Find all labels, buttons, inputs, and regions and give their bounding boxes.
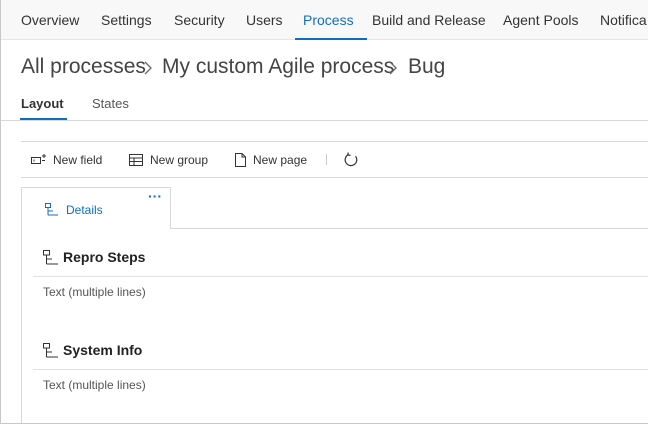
nav-item-process[interactable]: Process [295, 0, 367, 40]
new-page-button[interactable]: New page [235, 142, 307, 178]
field-system-info[interactable]: Text (multiple lines) [43, 378, 146, 392]
new-field-label: New field [53, 153, 103, 167]
group-title-repro-steps[interactable]: Repro Steps [63, 249, 145, 265]
tab-layout[interactable]: Layout [21, 94, 64, 114]
nav-item-notifications[interactable]: Notifica [600, 0, 647, 40]
new-field-button[interactable]: New field [31, 142, 102, 178]
new-group-icon [129, 154, 143, 166]
new-group-button[interactable]: New group [129, 142, 208, 178]
nav-item-overview[interactable]: Overview [21, 0, 79, 40]
more-options-icon[interactable]: ··· [148, 189, 162, 203]
page-tab-details[interactable]: Details ··· [21, 187, 171, 229]
page-layout-icon [45, 203, 58, 216]
chevron-right-icon [389, 61, 397, 75]
nav-item-users[interactable]: Users [246, 0, 283, 40]
refresh-icon[interactable] [343, 152, 359, 168]
chevron-right-icon [144, 61, 152, 75]
nav-item-build-and-release[interactable]: Build and Release [372, 0, 486, 40]
group-title-system-info[interactable]: System Info [63, 342, 142, 358]
nav-item-agent-pools[interactable]: Agent Pools [503, 0, 579, 40]
app-frame: Overview Settings Security Users Process… [0, 0, 648, 424]
nav-item-settings[interactable]: Settings [101, 0, 152, 40]
new-page-label: New page [253, 153, 308, 167]
new-field-icon [31, 154, 46, 164]
group-divider [33, 369, 648, 370]
group-icon [43, 343, 58, 358]
page-tab-label: Details [66, 203, 103, 217]
breadcrumb-custom-process[interactable]: My custom Agile process [162, 52, 394, 82]
toolbar: New field New group New page [21, 141, 648, 178]
divider [1, 120, 648, 121]
toolbar-divider [326, 154, 327, 165]
breadcrumb-all-processes[interactable]: All processes [21, 52, 146, 82]
nav-item-security[interactable]: Security [174, 0, 225, 40]
new-group-label: New group [150, 153, 209, 167]
new-page-icon [235, 153, 246, 167]
field-repro-steps[interactable]: Text (multiple lines) [43, 285, 146, 299]
top-nav: Overview Settings Security Users Process… [1, 0, 648, 40]
group-divider [33, 276, 648, 277]
group-icon [43, 250, 58, 265]
breadcrumb-bug: Bug [408, 55, 446, 78]
tab-states[interactable]: States [92, 94, 129, 114]
